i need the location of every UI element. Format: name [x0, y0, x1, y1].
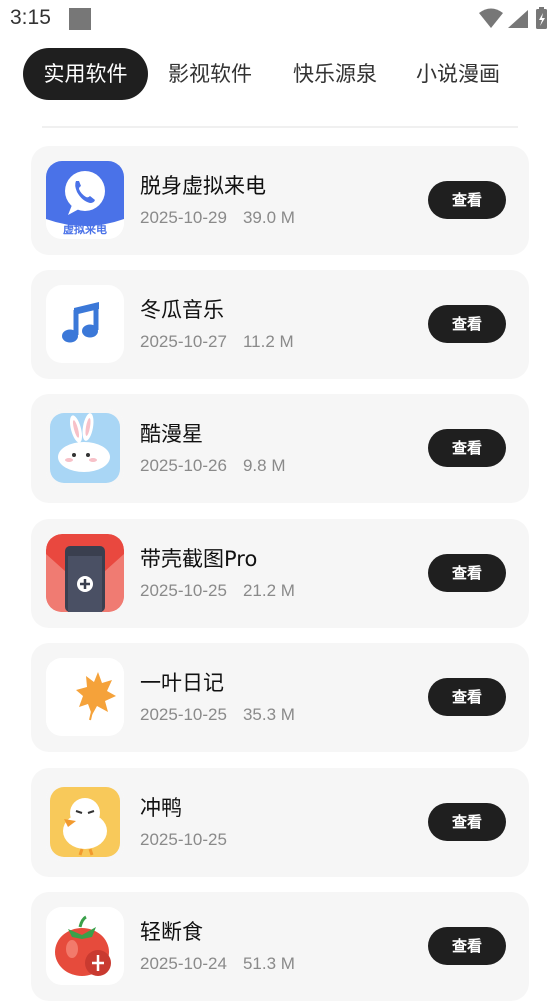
view-button[interactable]: 查看: [428, 803, 506, 841]
app-size: 21.2 M: [242, 581, 295, 600]
category-tabs: 实用软件 影视软件 快乐源泉 小说漫画: [0, 48, 560, 102]
app-meta: 2025-10-24 51.3 M: [140, 954, 295, 974]
app-date: 2025-10-25: [140, 705, 227, 724]
list-item[interactable]: 冬瓜音乐 2025-10-27 11.2 M 查看: [31, 270, 529, 379]
app-name: 冲鸭: [140, 796, 182, 820]
tab-video-software[interactable]: 影视软件: [158, 48, 262, 100]
app-size: 11.2 M: [242, 332, 294, 351]
view-button[interactable]: 查看: [428, 305, 506, 343]
list-item[interactable]: 虚拟来电 脱身虚拟来电 2025-10-29 39.0 M 查看: [31, 146, 529, 255]
view-button[interactable]: 查看: [428, 429, 506, 467]
tab-novel-comics[interactable]: 小说漫画: [406, 48, 510, 100]
app-meta: 2025-10-25: [140, 830, 227, 850]
app-name: 脱身虚拟来电: [140, 174, 266, 198]
app-meta: 2025-10-25 21.2 M: [140, 581, 295, 601]
app-meta: 2025-10-29 39.0 M: [140, 208, 295, 228]
app-size: 35.3 M: [242, 705, 295, 724]
svg-text:虚拟来电: 虚拟来电: [63, 222, 107, 236]
app-date: 2025-10-27: [140, 332, 227, 351]
tab-happy-source[interactable]: 快乐源泉: [283, 48, 387, 100]
app-date: 2025-10-25: [140, 581, 227, 600]
app-name: 带壳截图Pro: [140, 547, 258, 571]
rabbit-icon: [46, 409, 124, 487]
app-name: 冬瓜音乐: [140, 298, 224, 322]
app-date: 2025-10-25: [140, 830, 227, 849]
view-button[interactable]: 查看: [428, 678, 506, 716]
tab-practical-software[interactable]: 实用软件: [23, 48, 148, 100]
list-item[interactable]: 带壳截图Pro 2025-10-25 21.2 M 查看: [31, 519, 529, 628]
duck-icon: [46, 783, 124, 861]
view-button[interactable]: 查看: [428, 927, 506, 965]
status-bar: 3:15: [0, 0, 560, 38]
list-item[interactable]: 酷漫星 2025-10-26 9.8 M 查看: [31, 394, 529, 503]
phone-call-icon: 虚拟来电: [46, 161, 124, 239]
wifi-icon: [479, 8, 503, 28]
app-date: 2025-10-29: [140, 208, 227, 227]
app-name: 轻断食: [140, 920, 203, 944]
divider: [42, 126, 518, 128]
view-button[interactable]: 查看: [428, 554, 506, 592]
app-date: 2025-10-24: [140, 954, 227, 973]
app-name: 酷漫星: [140, 422, 203, 446]
music-note-icon: [46, 285, 124, 363]
phone-screenshot-icon: [46, 534, 124, 612]
tomato-icon: [46, 907, 124, 985]
status-icons: [478, 7, 550, 35]
list-item[interactable]: 轻断食 2025-10-24 51.3 M 查看: [31, 892, 529, 1001]
maple-leaf-icon: [46, 658, 124, 736]
status-time: 3:15: [10, 6, 51, 29]
list-item[interactable]: 一叶日记 2025-10-25 35.3 M 查看: [31, 643, 529, 752]
notification-icon: [69, 8, 91, 30]
list-item[interactable]: 冲鸭 2025-10-25 查看: [31, 768, 529, 877]
app-size: 9.8 M: [242, 456, 286, 475]
battery-icon: [536, 7, 547, 29]
view-button[interactable]: 查看: [428, 181, 506, 219]
app-meta: 2025-10-25 35.3 M: [140, 705, 295, 725]
signal-icon: [508, 10, 528, 28]
app-size: 51.3 M: [242, 954, 295, 973]
app-name: 一叶日记: [140, 671, 224, 695]
app-meta: 2025-10-26 9.8 M: [140, 456, 286, 476]
app-meta: 2025-10-27 11.2 M: [140, 332, 294, 352]
app-date: 2025-10-26: [140, 456, 227, 475]
app-size: 39.0 M: [242, 208, 295, 227]
